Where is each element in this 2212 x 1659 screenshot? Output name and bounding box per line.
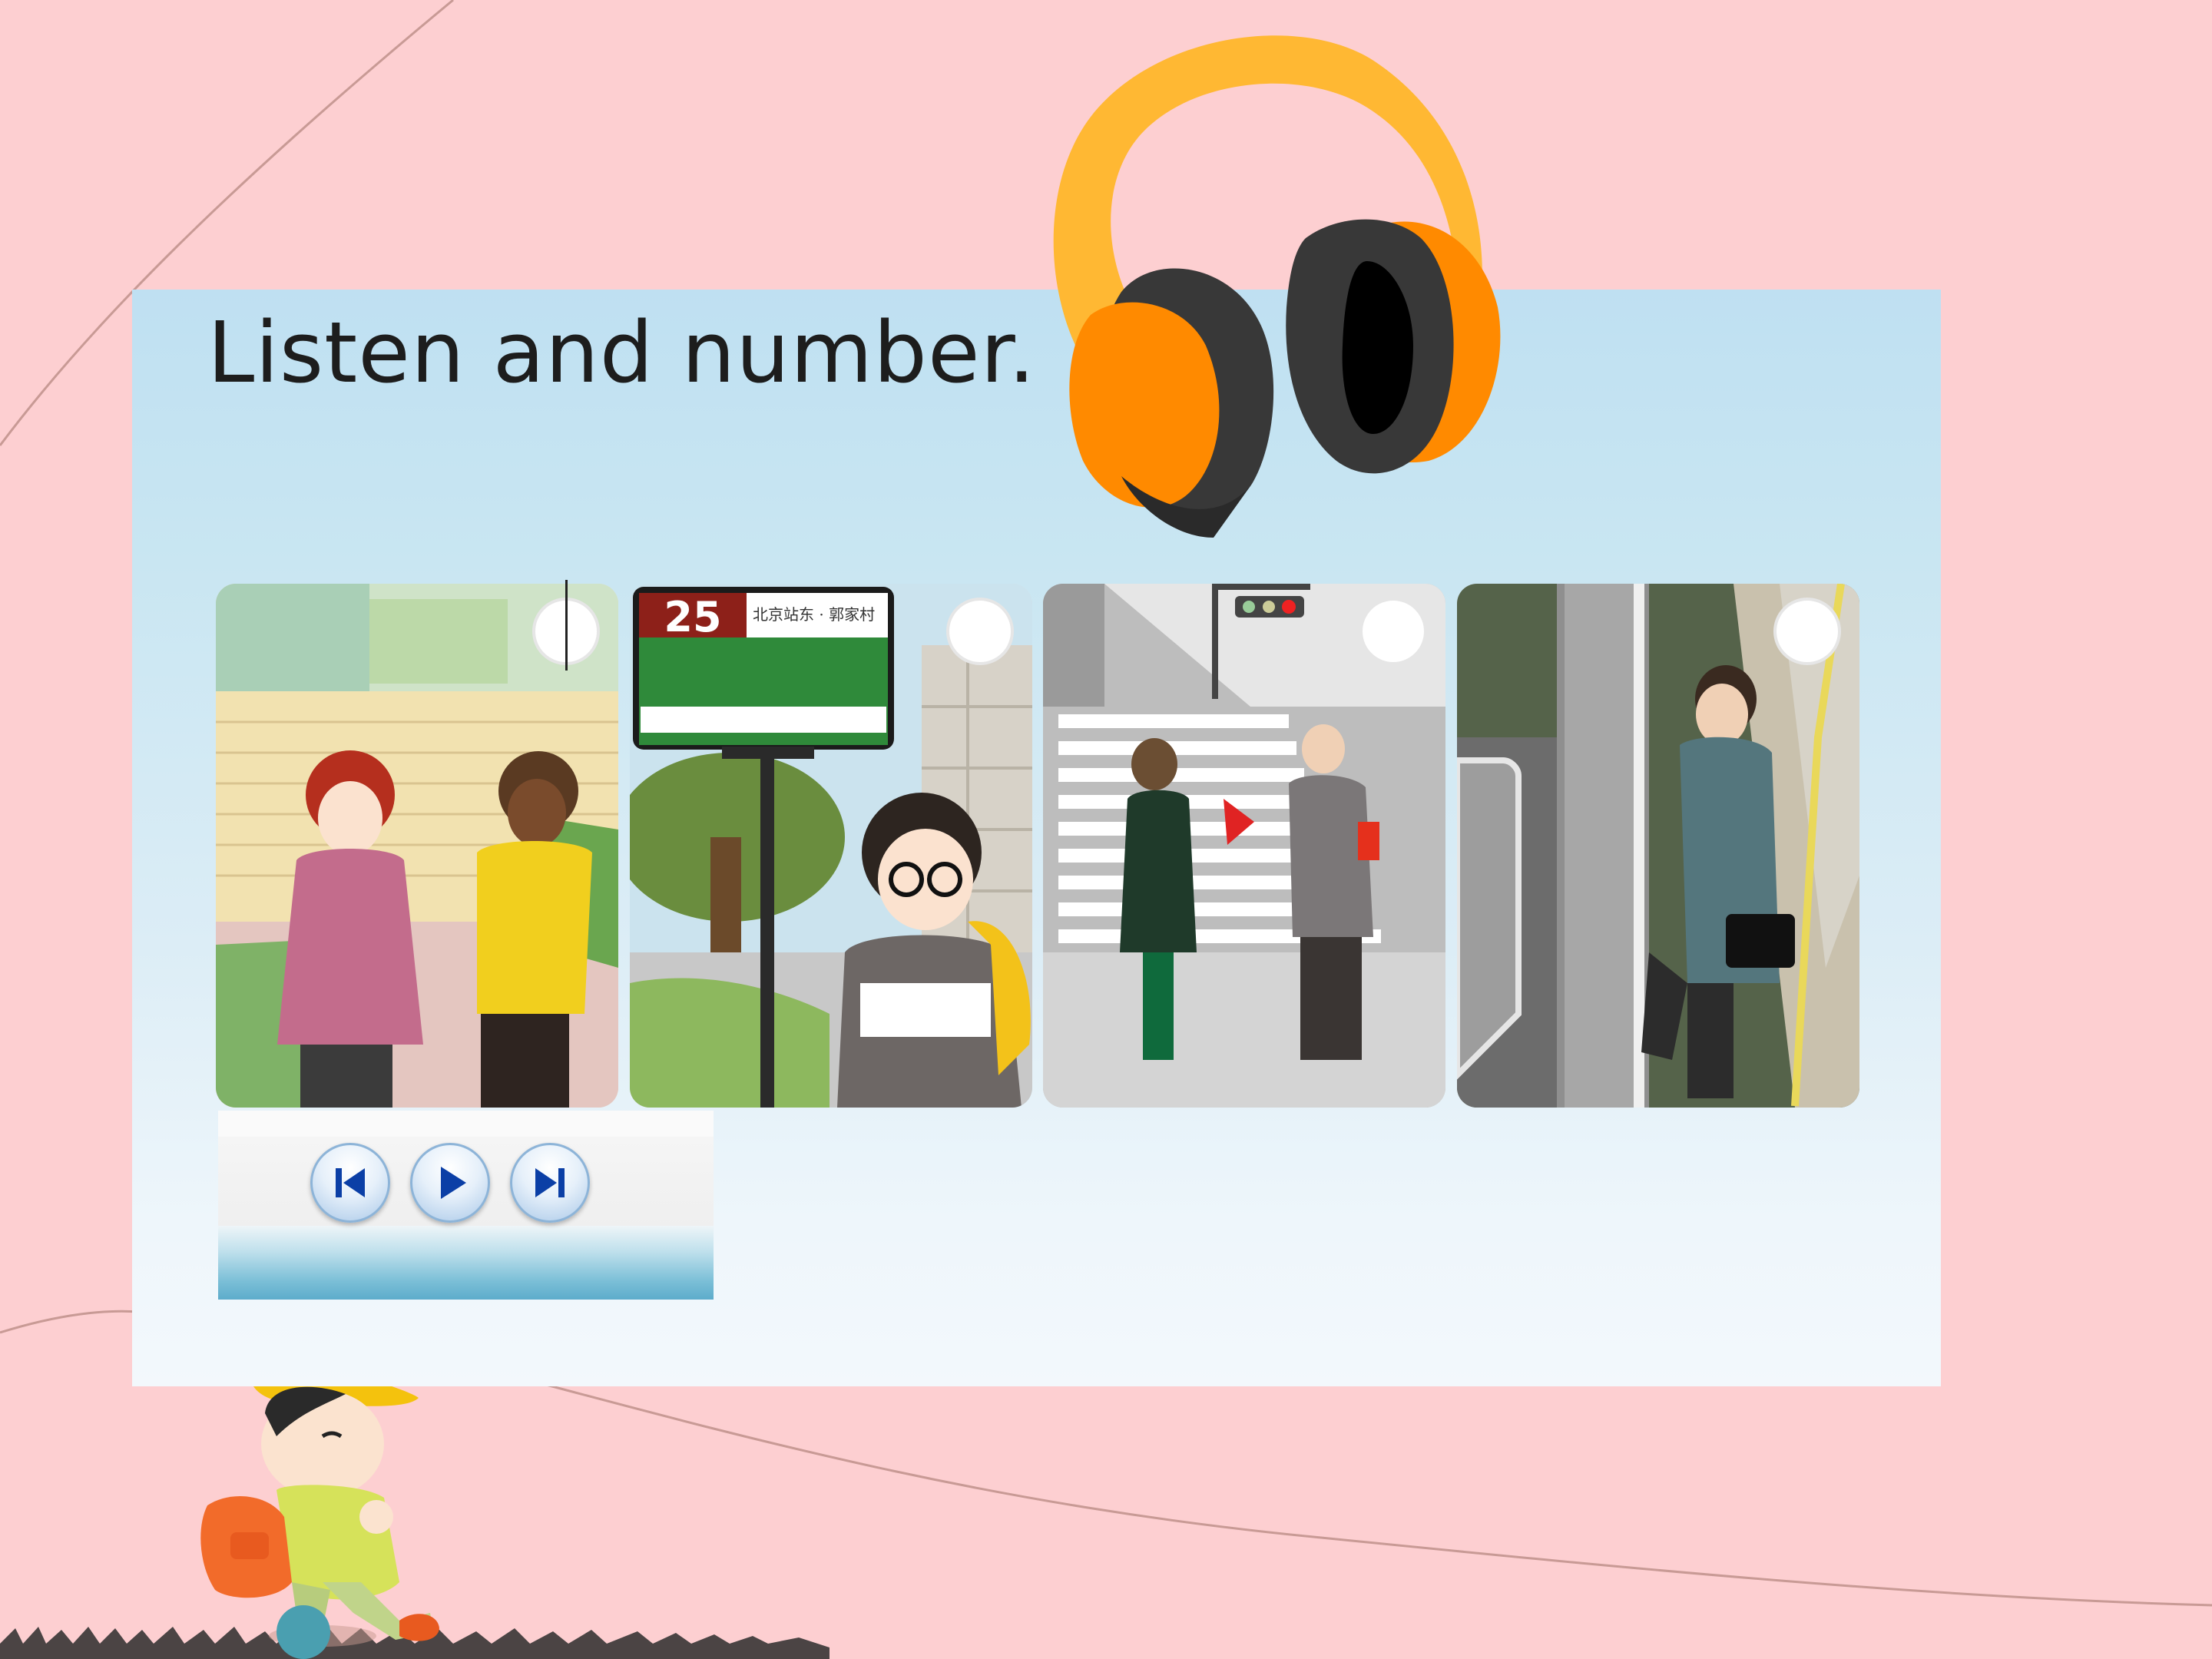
- bus-route-number: 25: [664, 593, 722, 641]
- play-button[interactable]: [410, 1143, 490, 1223]
- number-answer-circle-2[interactable]: [946, 598, 1014, 665]
- number-answer-circle-4[interactable]: [1773, 598, 1841, 665]
- picture-card-2[interactable]: 25 北京站东 · 郭家村: [630, 584, 1032, 1108]
- skip-previous-button[interactable]: [310, 1143, 390, 1223]
- walking-child-illustration: [200, 1369, 439, 1659]
- bus-stop-names: 北京站东 · 郭家村: [753, 605, 876, 624]
- picture-card-3[interactable]: [1043, 584, 1445, 1108]
- exercise-title: Listen and number.: [207, 303, 1036, 402]
- number-answer-circle-3[interactable]: [1359, 598, 1427, 665]
- player-base: [218, 1226, 714, 1300]
- headphones-icon: [1053, 35, 1501, 538]
- skip-next-icon: [535, 1168, 565, 1197]
- text-cursor: [565, 580, 568, 671]
- skip-previous-icon: [336, 1168, 365, 1197]
- picture-card-1[interactable]: [216, 584, 618, 1108]
- audio-player: [218, 1111, 714, 1300]
- skip-next-button[interactable]: [510, 1143, 590, 1223]
- play-icon: [441, 1167, 466, 1199]
- picture-card-4[interactable]: [1457, 584, 1859, 1108]
